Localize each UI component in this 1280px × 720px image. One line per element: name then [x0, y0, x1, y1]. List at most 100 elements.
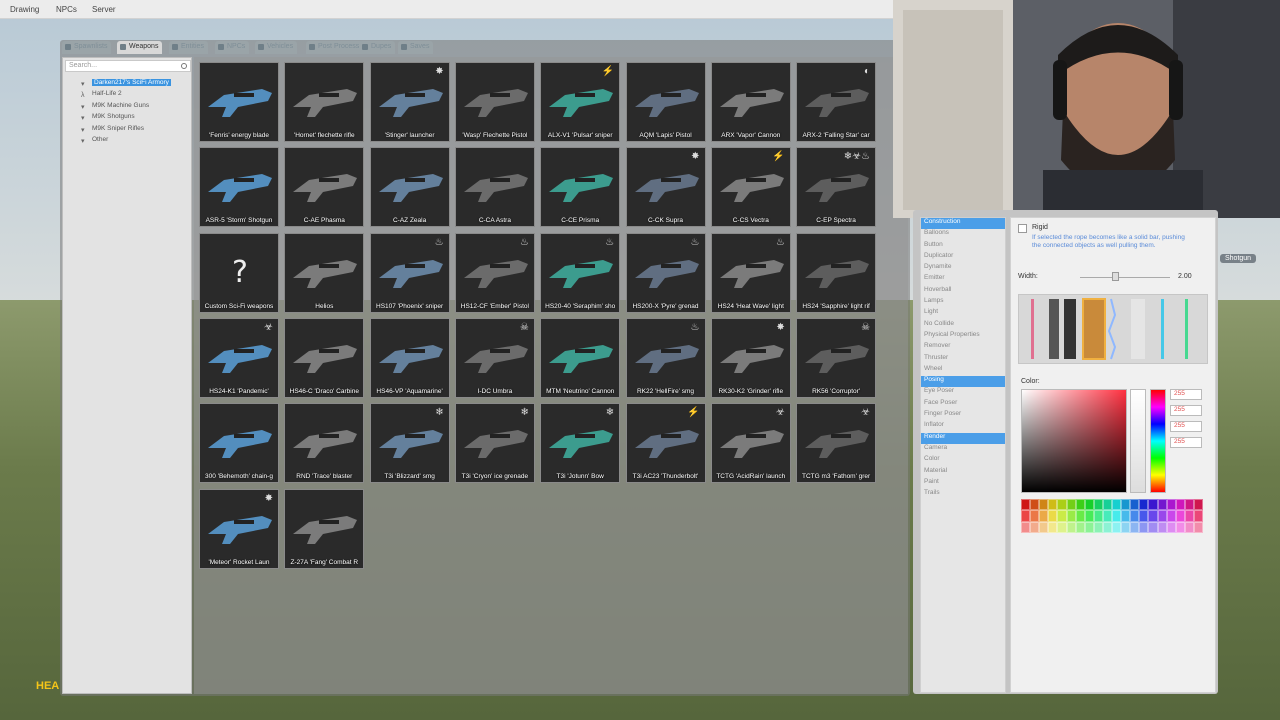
- weapon-spawn-icon[interactable]: ❄ T3i 'Cryon' ice grenade: [454, 403, 535, 484]
- palette-swatch[interactable]: [1048, 510, 1058, 522]
- tool-item[interactable]: Eye Poser: [921, 387, 1005, 398]
- palette-swatch[interactable]: [1175, 510, 1185, 522]
- tool-item[interactable]: Face Poser: [921, 399, 1005, 410]
- palette-swatch[interactable]: [1021, 510, 1031, 522]
- palette-swatch[interactable]: [1084, 499, 1094, 511]
- palette-swatch[interactable]: [1066, 499, 1076, 511]
- palette-swatch[interactable]: [1130, 510, 1140, 522]
- palette-swatch[interactable]: [1112, 521, 1122, 533]
- search-input[interactable]: Search...: [65, 60, 191, 72]
- palette-swatch[interactable]: [1193, 499, 1203, 511]
- palette-swatch[interactable]: [1030, 510, 1040, 522]
- weapon-spawn-icon[interactable]: ❄ T3i 'Jotunn' Bow: [540, 403, 621, 484]
- rigid-checkbox[interactable]: [1018, 224, 1027, 233]
- palette-swatch[interactable]: [1048, 521, 1058, 533]
- weapon-spawn-icon[interactable]: ♨ HS200-X 'Pyre' grenad: [625, 232, 706, 313]
- weapon-spawn-icon[interactable]: C-AZ Zeala: [369, 147, 450, 228]
- weapon-spawn-icon[interactable]: HS46-C 'Draco' Carbine: [284, 317, 365, 398]
- weapon-spawn-icon[interactable]: ☣ HS24-K1 'Pandemic': [199, 317, 279, 398]
- palette-swatch[interactable]: [1084, 510, 1094, 522]
- palette-swatch[interactable]: [1139, 510, 1149, 522]
- weapon-spawn-icon[interactable]: ❄☣♨ C-EP Spectra: [796, 147, 877, 228]
- weapon-spawn-icon[interactable]: C-CA Astra: [454, 147, 535, 228]
- menu-server[interactable]: Server: [92, 5, 116, 14]
- palette-swatch[interactable]: [1148, 499, 1158, 511]
- palette-swatch[interactable]: [1075, 499, 1085, 511]
- tree-item[interactable]: ▾ M9K Machine Guns: [81, 102, 171, 113]
- tab-saves[interactable]: Saves: [398, 41, 434, 54]
- palette-swatch[interactable]: [1057, 521, 1067, 533]
- palette-swatch[interactable]: [1039, 499, 1049, 511]
- width-value[interactable]: 2.00: [1178, 273, 1192, 280]
- palette-swatch[interactable]: [1075, 521, 1085, 533]
- palette-swatch[interactable]: [1093, 499, 1103, 511]
- weapon-spawn-icon[interactable]: Z-27A 'Fang' Combat R: [284, 488, 365, 569]
- tree-item[interactable]: ▾ M9K Sniper Rifles: [81, 125, 171, 136]
- tool-category-header[interactable]: Posing: [921, 376, 1005, 388]
- palette-swatch[interactable]: [1193, 510, 1203, 522]
- tool-item[interactable]: Lamps: [921, 297, 1005, 308]
- tree-item[interactable]: ▾ M9K Shotguns: [81, 113, 171, 124]
- weapon-spawn-icon[interactable]: HS24 'Sapphire' light rif: [796, 232, 877, 313]
- palette-swatch[interactable]: [1075, 510, 1085, 522]
- tool-item[interactable]: Dynamite: [921, 263, 1005, 274]
- tool-item[interactable]: Physical Properties: [921, 331, 1005, 342]
- palette-swatch[interactable]: [1084, 521, 1094, 533]
- palette-swatch[interactable]: [1112, 510, 1122, 522]
- color-palette[interactable]: [1021, 499, 1203, 533]
- weapon-spawn-icon[interactable]: ☣ TCTG m3 'Fathom' grer: [796, 403, 877, 484]
- tool-item[interactable]: Finger Poser: [921, 410, 1005, 421]
- palette-swatch[interactable]: [1175, 521, 1185, 533]
- weapon-spawn-icon[interactable]: ✸ 'Stinger' launcher: [369, 62, 450, 142]
- weapon-spawn-icon[interactable]: AQM 'Lapis' Pistol: [625, 62, 706, 142]
- palette-swatch[interactable]: [1093, 521, 1103, 533]
- tool-item[interactable]: Trails: [921, 489, 1005, 500]
- palette-swatch[interactable]: [1130, 499, 1140, 511]
- search-icon[interactable]: [181, 63, 187, 69]
- weapon-spawn-icon[interactable]: C-CE Prisma: [540, 147, 621, 228]
- weapon-spawn-icon[interactable]: ⚡ T3i AC23 'Thunderbolt': [625, 403, 706, 484]
- tool-item[interactable]: Light: [921, 308, 1005, 319]
- palette-swatch[interactable]: [1175, 499, 1185, 511]
- palette-swatch[interactable]: [1021, 521, 1031, 533]
- tool-category-header[interactable]: Construction: [921, 218, 1005, 230]
- palette-swatch[interactable]: [1166, 510, 1176, 522]
- palette-swatch[interactable]: [1184, 510, 1194, 522]
- weapon-spawn-icon[interactable]: Helios: [284, 232, 365, 313]
- menu-npcs[interactable]: NPCs: [56, 5, 77, 14]
- tool-item[interactable]: Button: [921, 241, 1005, 252]
- tool-item[interactable]: Duplicator: [921, 252, 1005, 263]
- tree-item[interactable]: ▾ Other: [81, 136, 171, 147]
- weapon-spawn-icon[interactable]: ARX 'Vapor' Cannon: [710, 62, 791, 142]
- weapon-spawn-icon[interactable]: ☠ RK56 'Corruptor': [796, 317, 877, 398]
- weapon-spawn-icon[interactable]: ♨ HS24 'Heat Wave' light: [710, 232, 791, 313]
- tab-post-process[interactable]: Post Process: [306, 41, 364, 54]
- tool-item[interactable]: No Collide: [921, 320, 1005, 331]
- tab-npcs[interactable]: NPCs: [215, 41, 250, 54]
- green-input[interactable]: 255: [1170, 405, 1202, 416]
- palette-swatch[interactable]: [1157, 521, 1167, 533]
- palette-swatch[interactable]: [1130, 521, 1140, 533]
- alpha-input[interactable]: 255: [1170, 437, 1202, 448]
- hue-bar[interactable]: [1150, 389, 1166, 493]
- weapon-spawn-icon[interactable]: ☣ TCTG 'AcidRain' launch: [710, 403, 791, 484]
- weapon-spawn-icon[interactable]: ♨ HS20-40 'Seraphim' sho: [540, 232, 621, 313]
- palette-swatch[interactable]: [1184, 521, 1194, 533]
- tab-weapons[interactable]: Weapons: [117, 41, 163, 54]
- palette-swatch[interactable]: [1148, 521, 1158, 533]
- tool-item[interactable]: Hoverball: [921, 286, 1005, 297]
- weapon-spawn-icon[interactable]: ? Custom Sci-Fi weapons: [199, 232, 279, 313]
- palette-swatch[interactable]: [1166, 521, 1176, 533]
- tool-item[interactable]: Camera: [921, 444, 1005, 455]
- weapon-spawn-icon[interactable]: ♨ RK22 'HellFire' smg: [625, 317, 706, 398]
- palette-swatch[interactable]: [1030, 499, 1040, 511]
- tool-item[interactable]: Material: [921, 467, 1005, 478]
- palette-swatch[interactable]: [1057, 499, 1067, 511]
- tree-item[interactable]: λ Half-Life 2: [81, 90, 171, 101]
- palette-swatch[interactable]: [1066, 521, 1076, 533]
- palette-swatch[interactable]: [1093, 510, 1103, 522]
- palette-swatch[interactable]: [1157, 510, 1167, 522]
- tab-dupes[interactable]: Dupes: [359, 41, 396, 54]
- weapon-spawn-icon[interactable]: ASR-5 'Storm' Shotgun: [199, 147, 279, 228]
- palette-swatch[interactable]: [1112, 499, 1122, 511]
